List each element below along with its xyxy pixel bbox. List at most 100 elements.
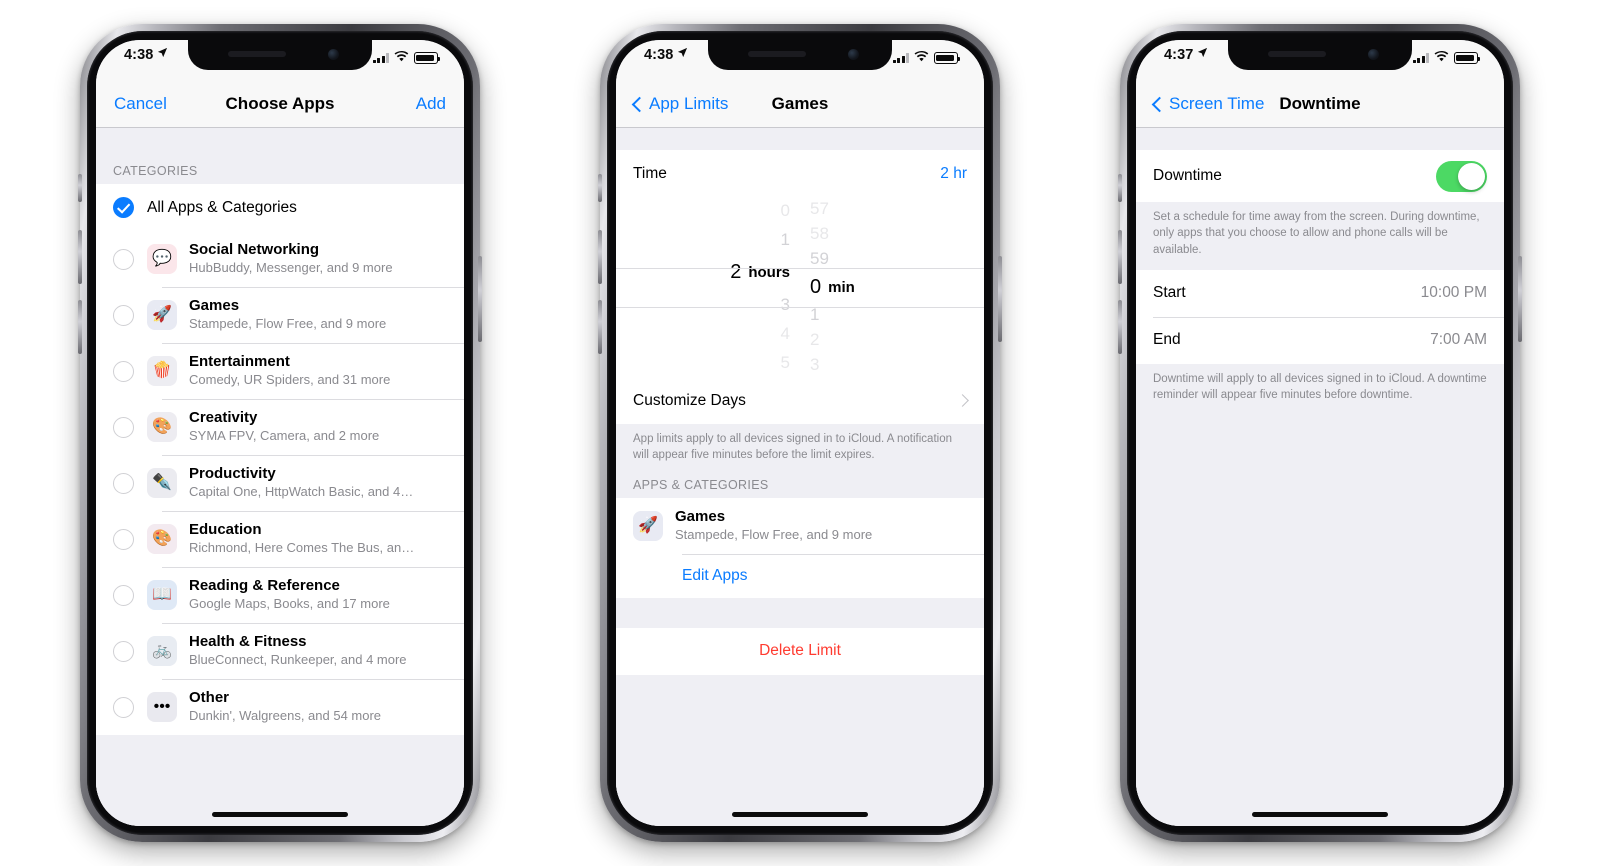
row-time[interactable]: Time 2 hr <box>616 150 984 197</box>
radio-unselected-icon[interactable] <box>113 584 134 606</box>
location-arrow-icon <box>677 46 688 62</box>
cellular-signal-icon <box>892 53 909 63</box>
back-button-screen-time[interactable]: Screen Time <box>1151 94 1264 114</box>
home-indicator[interactable] <box>732 812 868 817</box>
picker-option[interactable]: 2 <box>810 327 819 352</box>
radio-unselected-icon[interactable] <box>113 640 134 662</box>
picker-option[interactable]: 1 <box>781 226 790 255</box>
downtime-description: Set a schedule for time away from the sc… <box>1136 202 1504 270</box>
list-item-category[interactable]: ••• Other Dunkin', Walgreens, and 54 more <box>96 679 464 735</box>
category-subtitle: Richmond, Here Comes The Bus, an… <box>189 539 415 555</box>
list-item-category[interactable]: 💬 Social Networking HubBuddy, Messenger, a… <box>96 231 464 287</box>
power-button[interactable] <box>998 256 1002 342</box>
volume-up-button[interactable] <box>78 230 82 284</box>
creativity-palette-icon: 🎨 <box>147 412 177 442</box>
edit-apps-button[interactable]: Edit Apps <box>616 553 984 598</box>
schedule-value: 7:00 AM <box>1430 331 1487 349</box>
mute-switch[interactable] <box>598 174 602 202</box>
list-item-category[interactable]: 🎨 Creativity SYMA FPV, Camera, and 2 more <box>96 399 464 455</box>
notch <box>1228 40 1412 70</box>
duration-picker[interactable]: 0 1 2 hours 3 4 5 57 58 59 0 min 1 2 3 <box>616 197 984 377</box>
home-indicator[interactable] <box>1252 812 1388 817</box>
list-item-games[interactable]: 🚀 Games Stampede, Flow Free, and 9 more <box>616 497 984 554</box>
row-schedule[interactable]: End 7:00 AM <box>1136 316 1504 364</box>
mute-switch[interactable] <box>1118 174 1122 202</box>
radio-unselected-icon[interactable] <box>113 416 134 438</box>
category-text: Productivity Capital One, HttpWatch Basic… <box>189 465 447 500</box>
list-item-category[interactable]: 🎨 Education Richmond, Here Comes The Bus, … <box>96 511 464 567</box>
app-limits-footnote: App limits apply to all devices signed i… <box>616 424 984 476</box>
education-art-icon: 🎨 <box>147 524 177 554</box>
hours-wheel[interactable]: 0 1 2 hours 3 4 5 <box>616 197 800 377</box>
status-time-text: 4:37 <box>1164 47 1194 63</box>
category-text: Reading & Reference Google Maps, Books, a… <box>189 577 447 612</box>
status-time-text: 4:38 <box>124 47 154 63</box>
battery-icon <box>414 52 441 64</box>
picker-option[interactable]: 57 <box>810 197 829 222</box>
picker-option[interactable]: 1 <box>810 303 819 328</box>
games-text: Games Stampede, Flow Free, and 9 more <box>675 508 967 543</box>
power-button[interactable] <box>1518 256 1522 342</box>
category-title: Education <box>189 521 262 539</box>
status-indicators <box>892 47 961 67</box>
volume-down-button[interactable] <box>598 300 602 354</box>
row-downtime-toggle[interactable]: Downtime <box>1136 150 1504 202</box>
bottom-spacer <box>616 674 984 826</box>
radio-unselected-icon[interactable] <box>113 360 134 382</box>
picker-option[interactable]: 5 <box>781 348 790 377</box>
list-item-category[interactable]: 🚲 Health & Fitness BlueConnect, Runkeeper,… <box>96 623 464 679</box>
picker-option[interactable]: 59 <box>810 247 829 272</box>
status-indicators <box>372 47 441 67</box>
list-item-category[interactable]: 🍿 Entertainment Comedy, UR Spiders, and 31… <box>96 343 464 399</box>
list-item-all-apps[interactable]: All Apps & Categories <box>96 184 464 231</box>
front-camera <box>328 49 339 60</box>
time-value: 2 hr <box>940 164 967 182</box>
back-button-app-limits[interactable]: App Limits <box>631 94 728 114</box>
top-spacer <box>96 128 464 150</box>
add-button[interactable]: Add <box>416 94 446 114</box>
radio-unselected-icon[interactable] <box>113 696 134 718</box>
volume-up-button[interactable] <box>598 230 602 284</box>
radio-unselected-icon[interactable] <box>113 528 134 550</box>
mute-switch[interactable] <box>78 174 82 202</box>
picker-option[interactable]: 0 <box>781 197 790 226</box>
picker-option[interactable]: 4 <box>781 320 790 349</box>
delete-limit-button[interactable]: Delete Limit <box>616 627 984 675</box>
radio-unselected-icon[interactable] <box>113 248 134 270</box>
chevron-right-icon <box>956 394 969 407</box>
group-spacer <box>616 597 984 628</box>
radio-unselected-icon[interactable] <box>113 472 134 494</box>
list-item-category[interactable]: 📖 Reading & Reference Google Maps, Books, … <box>96 567 464 623</box>
phone-downtime: 4:37 Screen Time Downtime Downtime Set a… <box>1118 24 1522 842</box>
downtime-group: Downtime <box>1136 150 1504 202</box>
productivity-pen-icon: ✒️ <box>147 468 177 498</box>
content-area: CATEGORIES All Apps & Categories 💬 Social… <box>96 128 464 826</box>
volume-up-button[interactable] <box>1118 230 1122 284</box>
notch <box>708 40 892 70</box>
category-list: 💬 Social Networking HubBuddy, Messenger, a… <box>96 231 464 735</box>
location-arrow-icon <box>1197 46 1208 62</box>
picker-selected-option[interactable]: 2 hours <box>730 254 790 290</box>
minutes-wheel[interactable]: 57 58 59 0 min 1 2 3 <box>800 197 984 377</box>
radio-unselected-icon[interactable] <box>113 304 134 326</box>
home-indicator[interactable] <box>212 812 348 817</box>
row-customize-days[interactable]: Customize Days <box>616 377 984 424</box>
picker-option[interactable]: 3 <box>781 291 790 320</box>
volume-down-button[interactable] <box>1118 300 1122 354</box>
category-title: Creativity <box>189 409 258 427</box>
top-spacer <box>616 128 984 150</box>
phones-stage: 4:38 Cancel Choose Apps Add CATEGORIES A… <box>0 0 1600 866</box>
list-item-category[interactable]: ✒️ Productivity Capital One, HttpWatch Bas… <box>96 455 464 511</box>
row-schedule[interactable]: Start 10:00 PM <box>1136 269 1504 317</box>
downtime-switch[interactable] <box>1436 160 1487 192</box>
list-item-category[interactable]: 🚀 Games Stampede, Flow Free, and 9 more <box>96 287 464 343</box>
power-button[interactable] <box>478 256 482 342</box>
screen: 4:38 App Limits Games Time 2 hr 0 1 2 ho… <box>616 40 984 826</box>
cancel-button[interactable]: Cancel <box>114 94 167 114</box>
picker-selected-option[interactable]: 0 min <box>810 271 855 302</box>
picker-option[interactable]: 3 <box>810 352 819 377</box>
chevron-left-icon <box>1151 96 1168 112</box>
volume-down-button[interactable] <box>78 300 82 354</box>
content-area: Downtime Set a schedule for time away fr… <box>1136 128 1504 826</box>
picker-option[interactable]: 58 <box>810 222 829 247</box>
